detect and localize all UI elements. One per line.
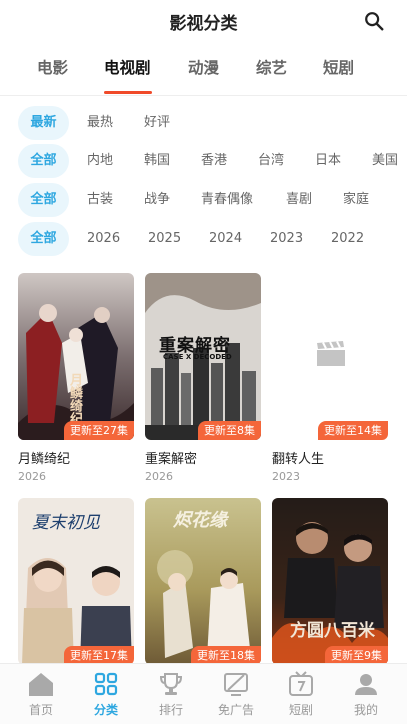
nav-ranking[interactable]: 排行 <box>143 670 199 718</box>
filter-year-all[interactable]: 全部 <box>18 222 69 256</box>
tab-anime[interactable]: 动漫 <box>188 56 219 78</box>
filter-year-2023[interactable]: 2023 <box>270 222 303 256</box>
nav-ranking-label: 排行 <box>158 703 183 717</box>
poster-title-text: 烬花缘 <box>173 510 227 531</box>
episode-badge: 更新至17集 <box>64 646 134 663</box>
tabs-divider <box>0 95 407 96</box>
tab-movie[interactable]: 电影 <box>37 56 68 78</box>
filter-sort-latest[interactable]: 最新 <box>18 106 69 140</box>
search-icon[interactable] <box>363 10 385 32</box>
tab-short-drama[interactable]: 短剧 <box>323 56 354 78</box>
show-poster[interactable]: 烬花缘 更新至18集 <box>145 498 261 663</box>
nav-no-ads[interactable]: 免广告 <box>208 670 264 718</box>
episode-badge: 更新至14集 <box>318 421 388 440</box>
filter-genre-costume[interactable]: 古装 <box>87 183 113 217</box>
region-filter-row: 全部 内地 韩国 香港 台湾 日本 美国 <box>0 144 407 178</box>
poster-title-text: 方圆八百米 <box>290 621 375 641</box>
filter-sort-top-rated[interactable]: 好评 <box>144 106 170 140</box>
show-poster[interactable]: 重案解密 CASE X DECODED 更新至8集 <box>145 273 261 440</box>
episode-badge: 更新至27集 <box>64 421 134 440</box>
show-grid: 月鳞绮纪 更新至27集 月鳞绮纪 2026 重案解密 CASE X DECODE… <box>0 273 407 663</box>
nav-home-label: 首页 <box>28 703 53 717</box>
show-year: 2026 <box>18 470 46 483</box>
nav-short-drama-label: 短剧 <box>288 703 313 717</box>
home-icon <box>29 673 53 696</box>
no-ads-icon <box>224 673 248 696</box>
nav-short-drama[interactable]: 短剧 <box>273 670 329 718</box>
category-tabs: 电影 电视剧 动漫 综艺 短剧 <box>0 44 407 94</box>
nav-profile-label: 我的 <box>353 703 378 717</box>
episode-badge: 更新至8集 <box>198 421 261 440</box>
tv-icon <box>289 671 313 696</box>
filter-region-mainland[interactable]: 内地 <box>87 144 113 178</box>
filter-genre-comedy[interactable]: 喜剧 <box>286 183 312 217</box>
show-poster[interactable]: 方圆八百米 更新至9集 <box>272 498 388 663</box>
filter-genre-all[interactable]: 全部 <box>18 183 69 217</box>
page-title: 影视分类 <box>169 14 238 34</box>
show-poster-placeholder[interactable]: 更新至14集 <box>272 273 388 440</box>
tab-tv-series[interactable]: 电视剧 <box>104 56 151 78</box>
filter-region-usa[interactable]: 美国 <box>372 144 398 178</box>
show-poster[interactable]: 夏末初见 更新至17集 <box>18 498 134 663</box>
filter-region-taiwan[interactable]: 台湾 <box>258 144 284 178</box>
filter-genre-youth-idol[interactable]: 青春偶像 <box>201 183 253 217</box>
bottom-navigation: 首页 分类 排行 免广告 短剧 我的 <box>0 663 407 724</box>
tab-variety[interactable]: 综艺 <box>256 56 287 78</box>
filter-genre-family[interactable]: 家庭 <box>343 183 369 217</box>
filter-genre-war[interactable]: 战争 <box>144 183 170 217</box>
poster-subtitle-text: CASE X DECODED <box>163 353 232 361</box>
year-filter-row: 全部 2026 2025 2024 2023 2022 <box>0 222 407 256</box>
trophy-icon <box>159 673 183 695</box>
filter-year-2022[interactable]: 2022 <box>331 222 364 256</box>
poster-title-text: 月鳞绮纪 <box>67 373 82 425</box>
user-icon <box>355 674 377 695</box>
show-title[interactable]: 月鳞绮纪 <box>18 448 70 467</box>
show-year: 2023 <box>272 470 300 483</box>
filter-region-all[interactable]: 全部 <box>18 144 69 178</box>
top-bar: 影视分类 <box>0 0 407 42</box>
nav-category-label: 分类 <box>93 703 118 717</box>
sort-filter-row: 最新 最热 好评 <box>0 106 407 140</box>
show-title[interactable]: 翻转人生 <box>272 448 324 467</box>
nav-category[interactable]: 分类 <box>78 670 134 718</box>
filter-region-hongkong[interactable]: 香港 <box>201 144 227 178</box>
show-year: 2026 <box>145 470 173 483</box>
filter-year-2025[interactable]: 2025 <box>148 222 181 256</box>
episode-badge: 更新至9集 <box>325 646 388 663</box>
filter-year-2026[interactable]: 2026 <box>87 222 120 256</box>
filter-year-2024[interactable]: 2024 <box>209 222 242 256</box>
active-tab-indicator <box>104 91 152 94</box>
nav-no-ads-label: 免广告 <box>217 703 254 717</box>
nav-profile[interactable]: 我的 <box>338 670 394 718</box>
poster-title-text: 夏末初见 <box>32 513 100 533</box>
nav-home[interactable]: 首页 <box>13 670 69 718</box>
filter-region-japan[interactable]: 日本 <box>315 144 341 178</box>
genre-filter-row: 全部 古装 战争 青春偶像 喜剧 家庭 <box>0 183 407 217</box>
category-icon <box>94 672 118 696</box>
clapperboard-icon <box>317 341 345 366</box>
show-poster[interactable]: 月鳞绮纪 更新至27集 <box>18 273 134 440</box>
episode-badge: 更新至18集 <box>191 646 261 663</box>
filter-region-korea[interactable]: 韩国 <box>144 144 170 178</box>
show-title[interactable]: 重案解密 <box>145 448 197 467</box>
filter-sort-hot[interactable]: 最热 <box>87 106 113 140</box>
